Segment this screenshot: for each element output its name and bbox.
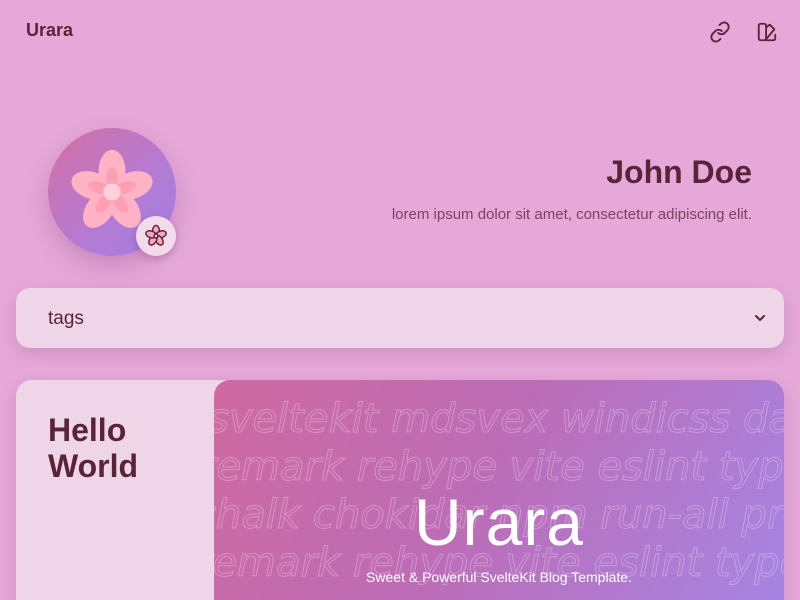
site-title[interactable]: Urara xyxy=(26,20,73,41)
profile-name: John Doe xyxy=(606,154,752,190)
post-cover-image: sveltekit mdsvex windicss daisy remark r… xyxy=(214,380,784,600)
cover-bg-line: sveltekit mdsvex windicss daisy xyxy=(214,396,784,442)
link-icon[interactable] xyxy=(708,20,732,44)
post-title[interactable]: Hello World xyxy=(48,412,208,484)
chevron-down-icon xyxy=(755,315,765,321)
tags-dropdown[interactable]: tags xyxy=(16,288,784,348)
header: Urara xyxy=(0,0,800,64)
post-card[interactable]: Hello World sveltekit mdsvex windicss da… xyxy=(16,380,784,600)
cover-title: Urara xyxy=(413,485,585,559)
profile-bio: lorem ipsum dolor sit amet, consectetur … xyxy=(391,206,752,223)
theme-icon[interactable] xyxy=(755,20,779,44)
tags-label: tags xyxy=(48,308,84,329)
avatar-badge xyxy=(136,216,176,256)
page: Urara John Doe lorem ipsum dolor sit ame… xyxy=(0,0,800,600)
cover-subtitle: Sweet & Powerful SvelteKit Blog Template… xyxy=(366,569,632,585)
cherry-blossom-icon xyxy=(145,224,167,246)
avatar xyxy=(48,128,178,258)
